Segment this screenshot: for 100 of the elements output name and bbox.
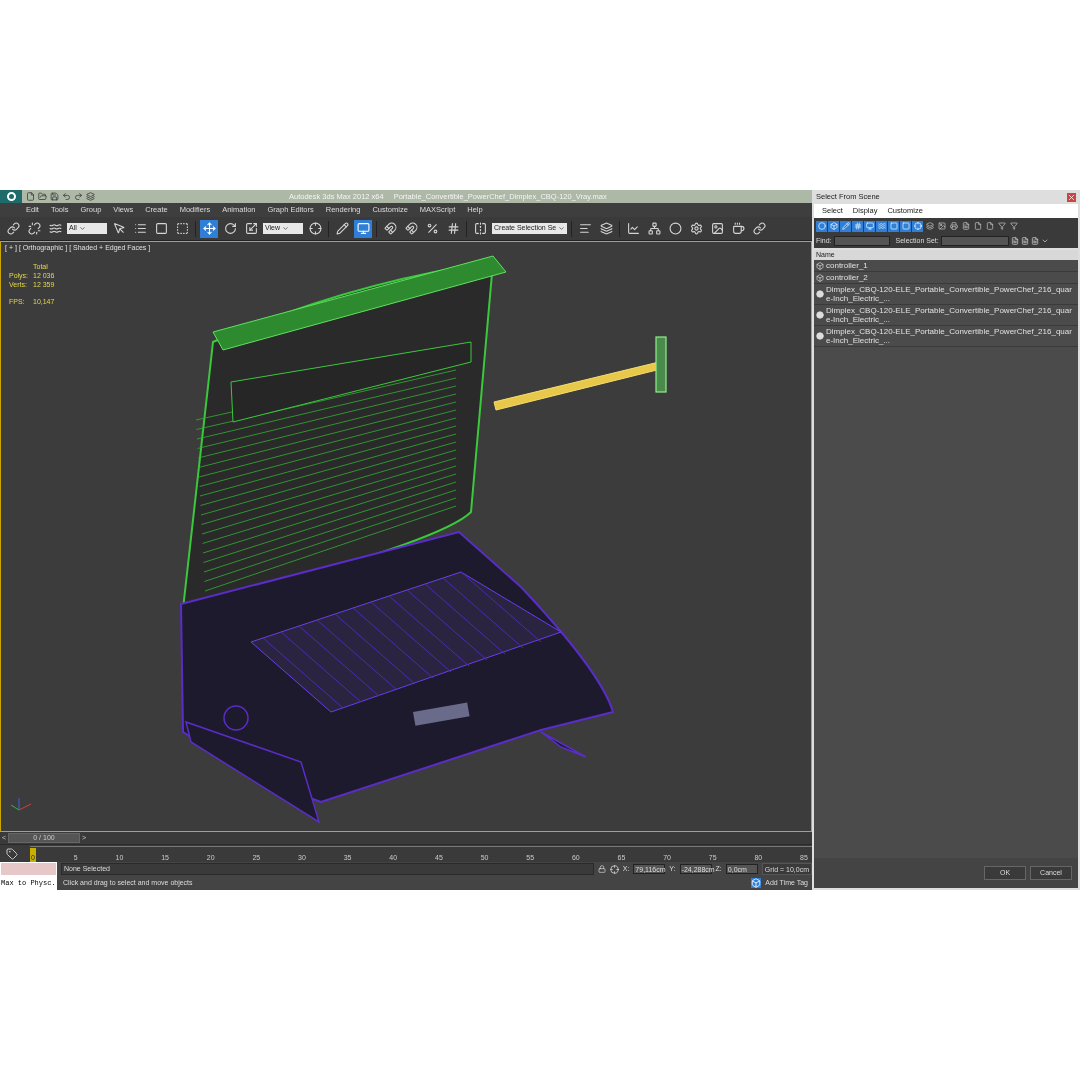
filter-button[interactable]	[888, 220, 899, 232]
filter-icon	[1009, 222, 1018, 230]
magnet-icon	[383, 222, 397, 235]
caret-icon	[78, 225, 86, 232]
redo-icon[interactable]	[74, 192, 83, 201]
filter-button[interactable]	[948, 220, 959, 232]
mirror-icon	[473, 222, 487, 235]
caret-icon	[282, 225, 290, 232]
caret-icon	[558, 225, 566, 232]
scale-icon	[244, 222, 258, 235]
layers-icon	[925, 222, 934, 230]
document-icon[interactable]	[1030, 237, 1039, 245]
pencil-icon	[335, 222, 349, 235]
move-icon	[202, 222, 216, 235]
toolbar-button[interactable]	[354, 219, 372, 238]
sphere-icon	[816, 290, 824, 298]
toolbar-button[interactable]	[402, 219, 420, 238]
layers-icon[interactable]	[86, 192, 95, 201]
square-icon	[154, 222, 168, 235]
list-icon	[133, 222, 147, 235]
waves-icon	[48, 222, 62, 235]
filter-button[interactable]	[876, 220, 887, 232]
filter-button[interactable]	[936, 220, 947, 232]
filter-button[interactable]	[960, 220, 971, 232]
monitor-icon	[356, 222, 370, 235]
link-icon	[6, 222, 20, 235]
sphere-icon	[816, 311, 824, 319]
layers-icon	[599, 222, 613, 235]
filter-button[interactable]	[1008, 220, 1019, 232]
image-icon	[710, 222, 724, 235]
object-name[interactable]: controller_2	[826, 273, 1076, 282]
filter-button[interactable]	[912, 220, 923, 232]
toolbar-button[interactable]	[381, 219, 399, 238]
filter-button[interactable]	[852, 220, 863, 232]
rotate-icon	[223, 222, 237, 235]
filter-button[interactable]	[972, 220, 983, 232]
box-icon	[829, 222, 838, 230]
filter-button[interactable]	[996, 220, 1007, 232]
toolbar-button[interactable]	[25, 219, 43, 238]
filter-button[interactable]	[984, 220, 995, 232]
object-name[interactable]: Dimplex_CBQ-120-ELE_Portable_Convertible_PowerChef_216_quare-Inch_Electric_...	[826, 327, 1076, 345]
file-icon	[973, 222, 982, 230]
filter-button[interactable]	[840, 220, 851, 232]
filter-button[interactable]	[816, 220, 827, 232]
undo-icon[interactable]	[62, 192, 71, 201]
image-icon	[937, 222, 946, 230]
app-logo[interactable]	[0, 190, 22, 203]
gear-icon	[689, 222, 703, 235]
unlink-icon	[27, 222, 41, 235]
cube-icon[interactable]	[751, 878, 762, 888]
document-icon	[961, 222, 970, 230]
toolbar-button[interactable]	[666, 219, 685, 238]
filter-button[interactable]	[864, 220, 875, 232]
pencil-icon	[841, 222, 850, 230]
document-icon[interactable]	[1020, 237, 1029, 245]
new-file-icon[interactable]	[26, 192, 35, 201]
object-name[interactable]: controller_1	[826, 261, 1076, 270]
network-icon	[647, 222, 661, 235]
square-icon	[901, 222, 910, 230]
selection-set-field[interactable]	[940, 236, 1009, 246]
filter-button[interactable]	[924, 220, 935, 232]
dashed-square-icon	[175, 222, 189, 235]
lock-icon[interactable]	[597, 865, 606, 873]
sphere-icon	[816, 332, 824, 340]
toolbar-button[interactable]	[645, 219, 664, 238]
crosshair-icon	[913, 222, 922, 230]
object-name[interactable]: Dimplex_CBQ-120-ELE_Portable_Convertible_PowerChef_216_quare-Inch_Electric_...	[826, 306, 1076, 324]
filter-icon	[997, 222, 1006, 230]
folder-icon[interactable]	[38, 192, 47, 201]
pointer-icon	[112, 222, 126, 235]
link-icon	[752, 222, 766, 235]
percent-icon	[425, 222, 439, 235]
listener-field[interactable]	[0, 862, 57, 876]
monitor-icon	[865, 222, 874, 230]
printer-icon	[949, 222, 958, 230]
filter-button[interactable]	[900, 220, 911, 232]
save-icon[interactable]	[50, 192, 59, 201]
toolbar-button[interactable]	[597, 219, 616, 238]
hash-icon	[853, 222, 862, 230]
find-field[interactable]	[833, 236, 890, 246]
toolbar-button[interactable]	[750, 219, 769, 238]
toolbar-button[interactable]	[4, 219, 22, 238]
magnet-icon	[404, 222, 418, 235]
toolbar-button[interactable]	[333, 219, 351, 238]
object-name[interactable]: Dimplex_CBQ-120-ELE_Portable_Convertible_PowerChef_216_quare-Inch_Electric_...	[826, 285, 1076, 303]
caret-icon[interactable]	[1040, 237, 1049, 245]
document-icon[interactable]	[1010, 237, 1019, 245]
align-icon	[578, 222, 592, 235]
square-icon	[889, 222, 898, 230]
hash-icon	[446, 222, 460, 235]
toolbar-button[interactable]	[200, 219, 218, 238]
sphere-icon	[817, 222, 826, 230]
toolbar-button[interactable]	[306, 219, 324, 238]
filter-button[interactable]	[828, 220, 839, 232]
axis-gizmo-icon	[10, 797, 32, 811]
close-icon[interactable]	[1067, 192, 1076, 202]
crosshair-icon	[308, 222, 322, 235]
waves-icon	[877, 222, 886, 230]
sphere-icon	[668, 222, 682, 235]
graph-icon	[626, 222, 640, 235]
